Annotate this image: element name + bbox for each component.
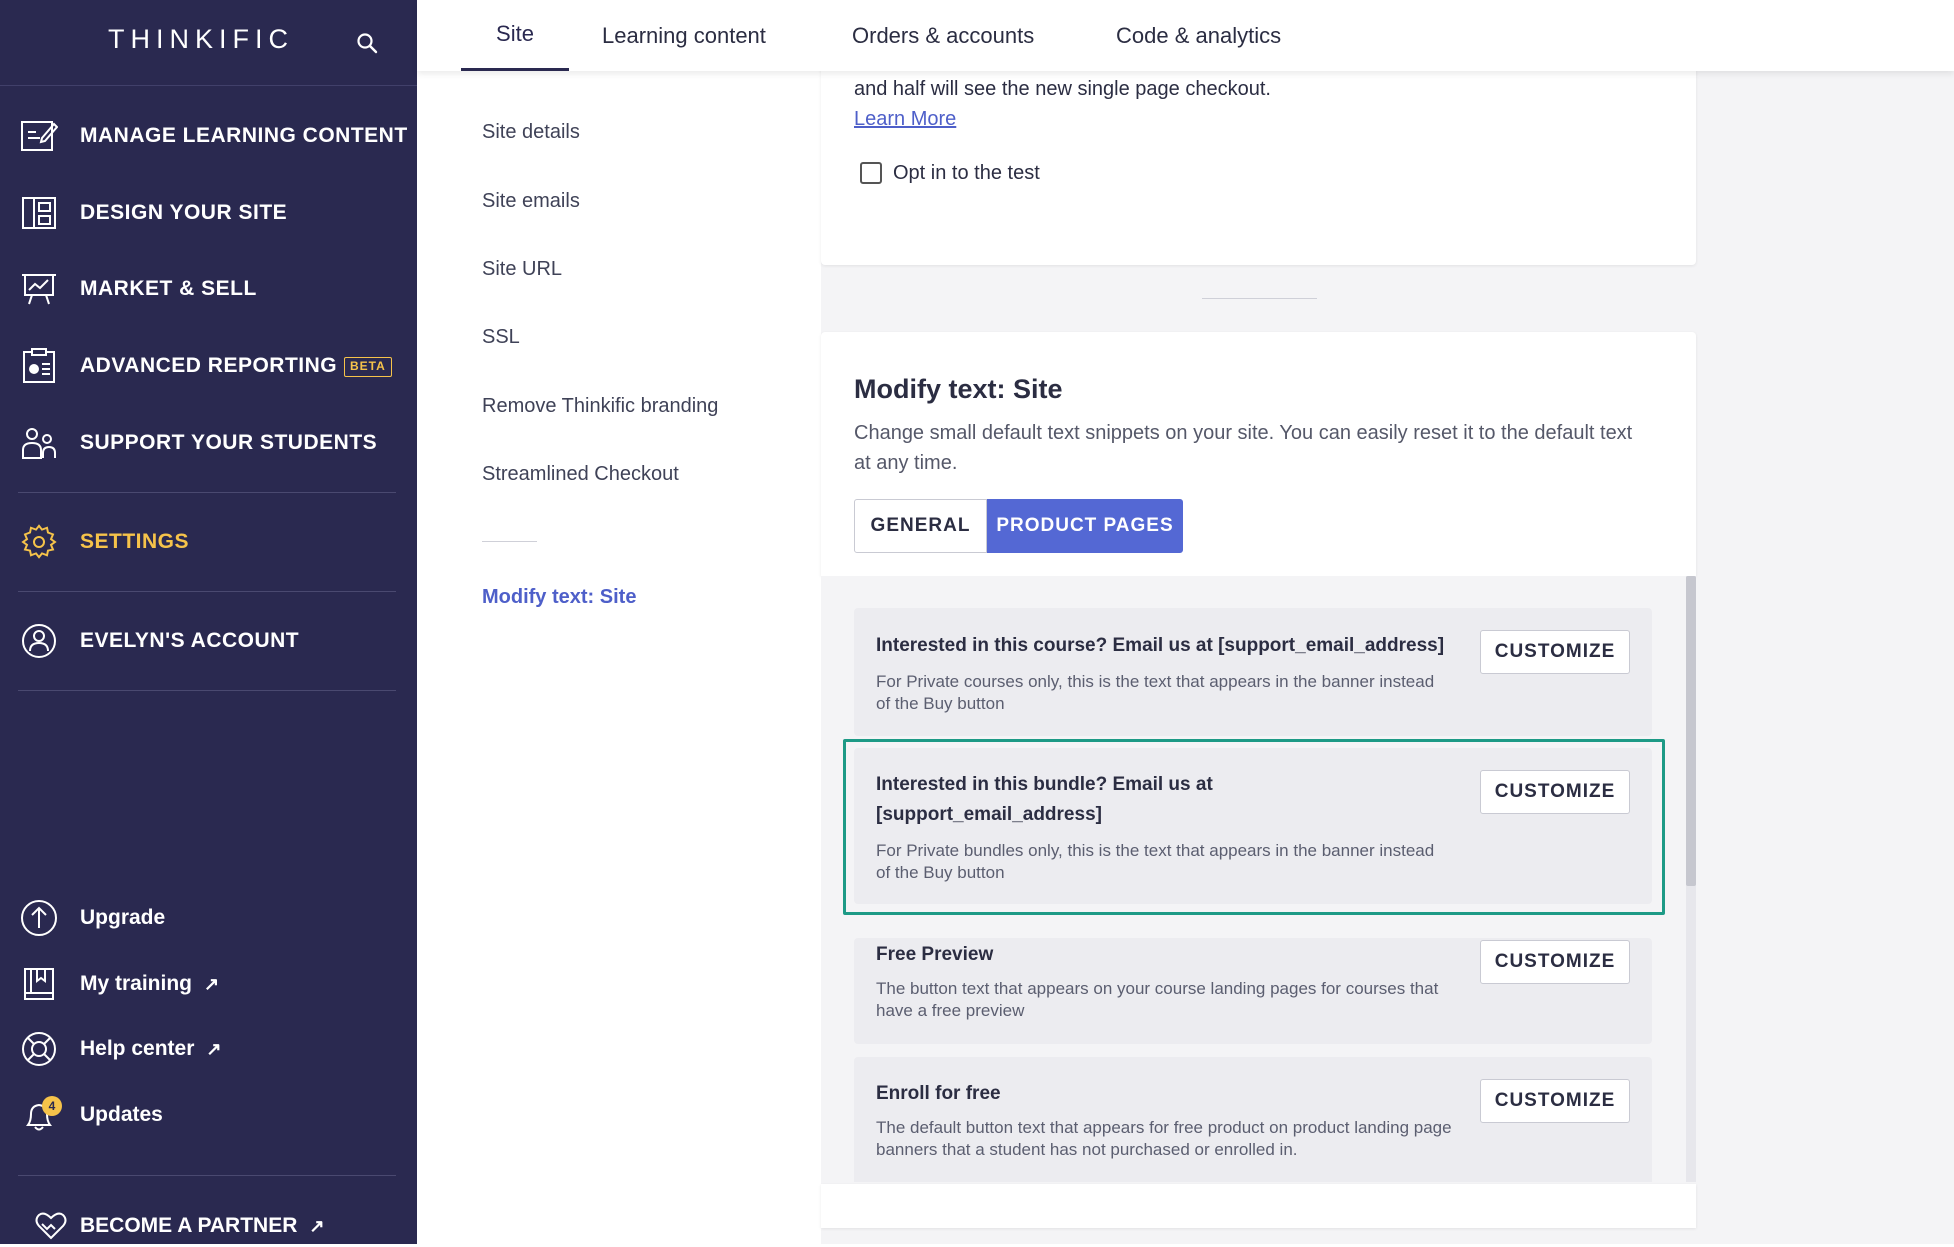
customize-button[interactable]: CUSTOMIZE: [1480, 940, 1630, 984]
subnav-streamlined-checkout[interactable]: Streamlined Checkout: [482, 463, 679, 486]
row-title: Interested in this course? Email us at […: [876, 635, 1445, 656]
subnav-site-details[interactable]: Site details: [482, 121, 580, 144]
nav-label: SUPPORT YOUR STUDENTS: [80, 431, 378, 454]
util-help-center[interactable]: Help center ↗: [0, 1022, 417, 1076]
subnav-remove-branding[interactable]: Remove Thinkific branding: [482, 395, 718, 418]
logo-row: THINKIFIC: [0, 0, 417, 86]
nav-market-sell[interactable]: MARKET & SELL: [0, 259, 417, 319]
row-title: Interested in this bundle? Email us at […: [876, 774, 1213, 825]
sidebar-divider: [18, 690, 396, 691]
section-description: Change small default text snippets on yo…: [854, 422, 1633, 474]
subnav-modify-text-site[interactable]: Modify text: Site: [482, 586, 636, 609]
scrollbar-thumb[interactable]: [1686, 576, 1696, 886]
row-title: Enroll for free: [876, 1083, 1001, 1104]
opt-in-label: Opt in to the test: [893, 162, 1040, 184]
nav-advanced-reporting[interactable]: ADVANCED REPORTING BETA: [0, 336, 417, 396]
nav-evelyns-account[interactable]: EVELYN'S ACCOUNT: [0, 611, 417, 671]
util-label: Updates: [80, 1103, 163, 1126]
util-upgrade[interactable]: Upgrade: [0, 891, 417, 945]
thinkific-logo[interactable]: THINKIFIC: [108, 24, 294, 55]
tab-learning-content[interactable]: Learning content: [602, 0, 766, 71]
toggle-general[interactable]: GENERAL: [854, 499, 987, 553]
row-description: For Private bundles only, this is the te…: [876, 841, 1435, 882]
beta-badge: BETA: [344, 357, 392, 377]
external-link-icon: ↗: [204, 974, 220, 994]
tab-label: Site: [496, 21, 534, 46]
tab-orders-accounts[interactable]: Orders & accounts: [852, 0, 1034, 71]
external-link-icon: ↗: [206, 1039, 222, 1059]
students-icon: [20, 425, 58, 461]
row-title: Free Preview: [876, 944, 994, 965]
util-label: Upgrade: [80, 906, 166, 929]
learn-more-link[interactable]: Learn More: [854, 108, 956, 131]
nav-settings[interactable]: SETTINGS: [0, 512, 417, 572]
external-link-icon: ↗: [309, 1216, 325, 1236]
subnav-site-url[interactable]: Site URL: [482, 258, 562, 281]
subnav-ssl[interactable]: SSL: [482, 326, 520, 349]
list-item: Interested in this bundle? Email us at […: [854, 748, 1652, 904]
nav-label: MANAGE LEARNING CONTENT: [80, 124, 408, 147]
tab-code-analytics[interactable]: Code & analytics: [1116, 0, 1281, 71]
util-updates[interactable]: 4 Updates: [0, 1088, 417, 1142]
subnav-divider: [482, 541, 537, 542]
section-title: Modify text: Site: [854, 374, 1063, 404]
util-label: Help center ↗: [80, 1037, 221, 1061]
opt-in-checkbox[interactable]: [860, 162, 882, 184]
nav-label: ADVANCED REPORTING: [80, 354, 338, 377]
tab-label: Learning content: [602, 22, 766, 48]
report-icon: [20, 348, 58, 384]
layout-icon: [20, 195, 58, 231]
bell-icon: 4: [20, 1096, 62, 1134]
nav-support-your-students[interactable]: SUPPORT YOUR STUDENTS: [0, 413, 417, 473]
toggle-product-pages[interactable]: PRODUCT PAGES: [987, 499, 1183, 553]
search-icon[interactable]: [356, 32, 378, 54]
tab-site[interactable]: Site: [461, 0, 569, 71]
list-item: Enroll for free The default button text …: [854, 1057, 1652, 1182]
become-partner-link[interactable]: BECOME A PARTNER ↗: [0, 1206, 417, 1244]
nav-label: MARKET & SELL: [80, 277, 257, 300]
row-description: The button text that appears on your cou…: [876, 979, 1439, 1020]
customize-button[interactable]: CUSTOMIZE: [1480, 630, 1630, 674]
section-divider: [1202, 298, 1317, 299]
checkout-test-text: and half will see the new single page ch…: [854, 78, 1271, 100]
sidebar-divider: [18, 492, 396, 493]
util-label: My training ↗: [80, 972, 219, 996]
partner-text: BECOME A PARTNER: [80, 1214, 298, 1237]
nav-manage-learning-content[interactable]: MANAGE LEARNING CONTENT: [0, 106, 417, 166]
nav-label: EVELYN'S ACCOUNT: [80, 629, 300, 652]
sidebar: THINKIFIC MANAGE LEARNING CONTENT DESIGN…: [0, 0, 417, 1244]
partner-label: BECOME A PARTNER ↗: [80, 1214, 325, 1238]
my-training-text: My training: [80, 972, 193, 995]
settings-tabs: Site Learning content Orders & accounts …: [417, 0, 1954, 71]
row-description: The default button text that appears for…: [876, 1118, 1452, 1159]
util-my-training[interactable]: My training ↗: [0, 957, 417, 1011]
subnav-panel: [417, 71, 821, 1244]
list-item: Interested in this course? Email us at […: [854, 608, 1652, 736]
edit-content-icon: [20, 118, 58, 154]
nav-label: SETTINGS: [80, 530, 190, 553]
handshake-heart-icon: [34, 1208, 68, 1242]
help-center-text: Help center: [80, 1037, 195, 1060]
list-item: Free Preview The button text that appear…: [854, 938, 1652, 1044]
sidebar-divider: [18, 1175, 396, 1176]
tab-label: Code & analytics: [1116, 22, 1282, 48]
subnav-site-emails[interactable]: Site emails: [482, 190, 580, 213]
presentation-chart-icon: [20, 271, 58, 307]
card-footer: [821, 1184, 1696, 1228]
lifebuoy-icon: [20, 1030, 58, 1068]
sidebar-divider: [18, 591, 396, 592]
nav-label: DESIGN YOUR SITE: [80, 201, 288, 224]
tab-label: Orders & accounts: [852, 22, 1035, 48]
upgrade-arrow-icon: [20, 899, 58, 937]
customize-button[interactable]: CUSTOMIZE: [1480, 770, 1630, 814]
updates-count-badge: 4: [42, 1096, 62, 1116]
gear-icon: [20, 524, 58, 560]
nav-design-your-site[interactable]: DESIGN YOUR SITE: [0, 183, 417, 243]
account-icon: [20, 623, 58, 659]
row-description: For Private courses only, this is the te…: [876, 672, 1435, 713]
book-icon: [20, 965, 58, 1003]
customize-button[interactable]: CUSTOMIZE: [1480, 1079, 1630, 1123]
